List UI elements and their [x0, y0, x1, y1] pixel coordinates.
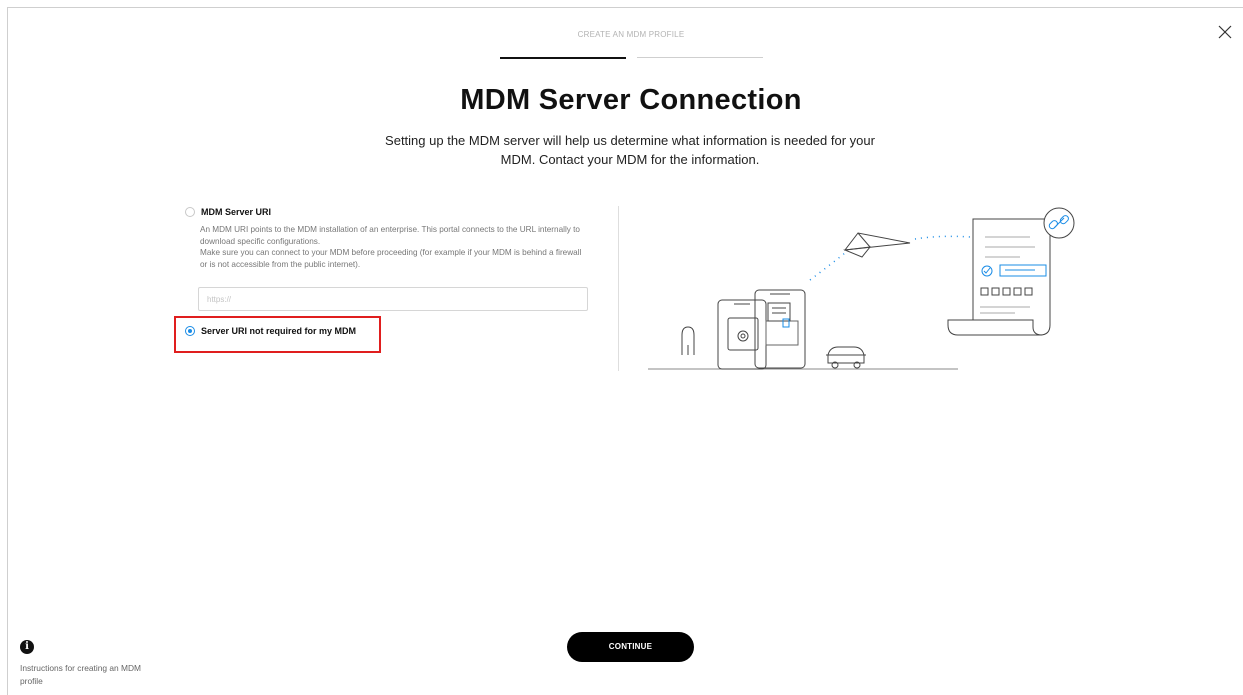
continue-button[interactable]: CONTINUE	[567, 632, 694, 662]
close-icon	[1218, 25, 1232, 39]
progress-step-inactive	[637, 57, 763, 58]
page-title: MDM Server Connection	[460, 84, 802, 116]
progress-step-active	[500, 57, 626, 59]
info-icon: i	[20, 640, 34, 654]
description-line-2: Make sure you can connect to your MDM be…	[200, 248, 582, 269]
instructions-link[interactable]: i Instructions for creating an MDM profi…	[20, 640, 160, 687]
description-line-1: An MDM URI points to the MDM installatio…	[200, 225, 580, 246]
section-divider	[618, 206, 619, 371]
close-button[interactable]	[1215, 22, 1235, 42]
instructions-text[interactable]: Instructions for creating an MDM profile	[20, 662, 160, 687]
server-connection-illustration	[648, 207, 1075, 370]
server-uri-not-required-option[interactable]: Server URI not required for my MDM	[185, 326, 356, 336]
mdm-server-uri-option[interactable]: MDM Server URI	[185, 207, 271, 217]
page-subtitle: Setting up the MDM server will help us d…	[385, 133, 875, 167]
step-title: CREATE AN MDM PROFILE	[577, 30, 685, 39]
mdm-server-uri-label: MDM Server URI	[201, 207, 272, 217]
mdm-server-uri-input[interactable]	[198, 287, 588, 311]
server-uri-not-required-radio[interactable]	[185, 326, 195, 336]
server-uri-not-required-label: Server URI not required for my MDM	[201, 326, 357, 336]
mdm-server-uri-radio[interactable]	[185, 207, 195, 217]
mdm-server-uri-description: An MDM URI points to the MDM installatio…	[200, 224, 590, 270]
